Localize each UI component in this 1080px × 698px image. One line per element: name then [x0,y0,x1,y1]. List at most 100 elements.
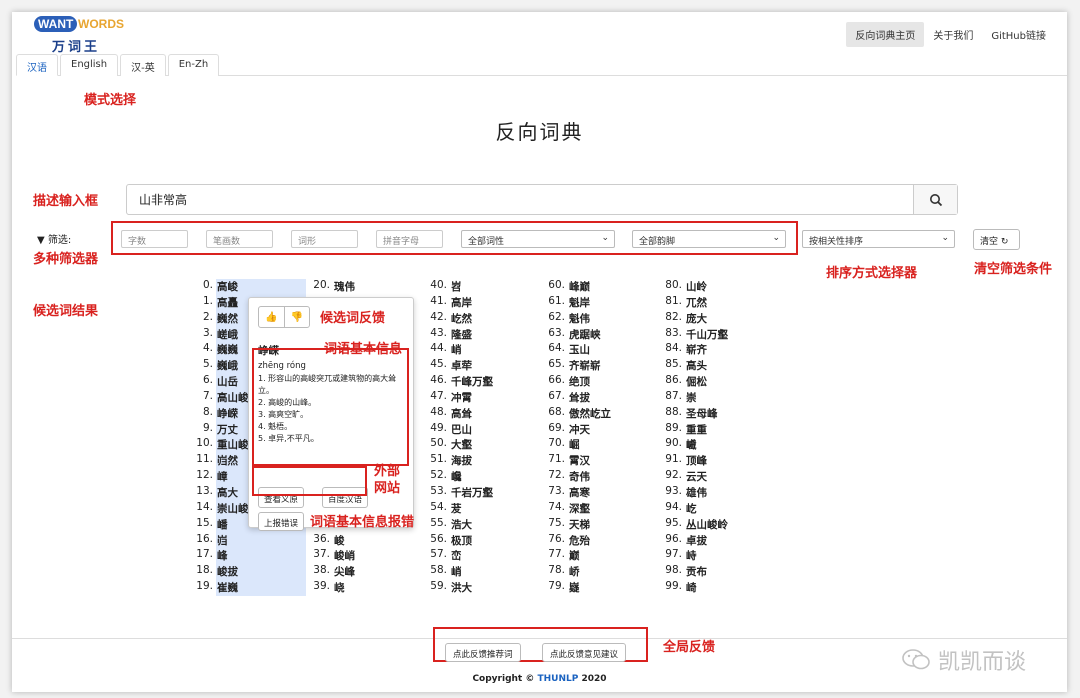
result-item[interactable]: 20. 瑰伟 [308,279,355,295]
result-item[interactable]: 71. 霄汉 [543,453,611,469]
search-input[interactable] [127,185,913,214]
result-item[interactable]: 49. 巴山 [425,422,493,438]
result-item[interactable]: 18. 峻拔 [191,564,249,580]
result-word[interactable]: 巍巍 [217,342,238,358]
result-word[interactable]: 重重 [686,422,707,438]
result-item[interactable]: 73. 高寒 [543,485,611,501]
result-word[interactable]: 绝顶 [569,374,590,390]
result-item[interactable]: 86. 倔松 [660,374,728,390]
pos-select[interactable]: 全部词性 ⌄ [461,230,615,248]
result-word[interactable]: 高矗 [217,295,238,311]
result-item[interactable]: 2. 巍然 [191,311,249,327]
result-word[interactable]: 天梯 [569,517,590,533]
result-word[interactable]: 雄伟 [686,485,707,501]
result-word[interactable]: 巍然 [217,311,238,327]
result-item[interactable]: 96. 卓拔 [660,533,728,549]
result-word[interactable]: 嶷 [569,580,580,596]
result-word[interactable]: 千峰万壑 [451,374,493,390]
result-word[interactable]: 魁岸 [569,295,590,311]
result-item[interactable]: 9. 万丈 [191,422,249,438]
nav-home[interactable]: 反向词典主页 [846,22,925,47]
result-item[interactable]: 83. 千山万壑 [660,327,728,343]
result-word[interactable]: 圣母峰 [686,406,718,422]
result-word[interactable]: 傲然屹立 [569,406,611,422]
result-word[interactable]: 峦 [451,548,462,564]
result-item[interactable]: 84. 崭齐 [660,342,728,358]
result-item[interactable]: 11. 岿然 [191,453,249,469]
result-item[interactable]: 7. 高山峻 [191,390,249,406]
result-item[interactable]: 65. 齐崭崭 [543,358,611,374]
result-item[interactable]: 56. 极顶 [425,533,493,549]
result-word[interactable]: 深壑 [569,501,590,517]
report-error-button[interactable]: 上报错误 [258,512,305,531]
rhyme-select[interactable]: 全部韵脚 ⌄ [632,230,786,248]
result-item[interactable]: 45. 卓荦 [425,358,493,374]
clear-button[interactable]: 清空 ↻ [973,229,1020,250]
result-word[interactable]: 高岸 [451,295,472,311]
result-word[interactable]: 巴山 [451,422,472,438]
result-word[interactable]: 兀然 [686,295,707,311]
result-word[interactable]: 瑰伟 [334,279,355,295]
recommend-feedback-button[interactable]: 点此反馈推荐词 [445,643,521,662]
result-item[interactable]: 6. 山岳 [191,374,249,390]
pinyin-input[interactable]: 拼音字母 [376,230,443,248]
result-item[interactable]: 98. 贡布 [660,564,728,580]
result-item[interactable]: 60. 峰巅 [543,279,611,295]
result-item[interactable]: 53. 千岩万壑 [425,485,493,501]
result-item[interactable]: 4. 巍巍 [191,342,249,358]
result-word[interactable]: 峥嵘 [217,406,238,422]
result-word[interactable]: 峻 [334,533,345,549]
result-word[interactable]: 崇 [686,390,697,406]
result-word[interactable]: 卓拔 [686,533,707,549]
sort-select[interactable]: 按相关性排序 ⌄ [802,230,955,248]
word-form-input[interactable]: 词形 [291,230,358,248]
result-word[interactable]: 山岳 [217,374,238,390]
thumbs-down-icon[interactable]: 👎 [284,307,309,327]
result-item[interactable]: 62. 魁伟 [543,311,611,327]
result-item[interactable]: 41. 高岸 [425,295,493,311]
result-item[interactable]: 3. 嵯峨 [191,327,249,343]
result-item[interactable]: 99. 崎 [660,580,728,596]
result-item[interactable]: 40. 岧 [425,279,493,295]
result-item[interactable]: 79. 嶷 [543,580,611,596]
result-item[interactable]: 43. 隆盛 [425,327,493,343]
result-word[interactable]: 冲霄 [451,390,472,406]
result-item[interactable]: 72. 奇伟 [543,469,611,485]
result-item[interactable]: 91. 顶峰 [660,453,728,469]
result-item[interactable]: 1. 高矗 [191,295,249,311]
result-word[interactable]: 嶓 [217,517,228,533]
result-item[interactable]: 48. 高耸 [425,406,493,422]
result-item[interactable]: 54. 茇 [425,501,493,517]
result-item[interactable]: 14. 崇山峻 [191,501,249,517]
result-item[interactable]: 17. 峰 [191,548,249,564]
result-word[interactable]: 千岩万壑 [451,485,493,501]
org-link[interactable]: THUNLP [538,674,579,684]
result-word[interactable]: 尖峰 [334,564,355,580]
result-item[interactable]: 76. 危殆 [543,533,611,549]
result-word[interactable]: 极顶 [451,533,472,549]
result-item[interactable]: 47. 冲霄 [425,390,493,406]
result-word[interactable]: 高耸 [451,406,472,422]
result-word[interactable]: 屹然 [451,311,472,327]
thumbs-up-icon[interactable]: 👍 [259,307,284,327]
result-word[interactable]: 冲天 [569,422,590,438]
nav-github[interactable]: GitHub链接 [982,22,1055,47]
result-word[interactable]: 高大 [217,485,238,501]
result-word[interactable]: 高头 [686,358,707,374]
result-word[interactable]: 倔松 [686,374,707,390]
result-word[interactable]: 崇山峻 [217,501,249,517]
result-item[interactable]: 69. 冲天 [543,422,611,438]
result-word[interactable]: 峰巅 [569,279,590,295]
result-word[interactable]: 奇伟 [569,469,590,485]
result-item[interactable]: 16. 岿 [191,533,249,549]
result-word[interactable]: 嶂 [217,469,228,485]
result-item[interactable]: 77. 巅 [543,548,611,564]
result-item[interactable]: 50. 大壑 [425,437,493,453]
result-word[interactable]: 峭 [451,342,462,358]
result-word[interactable]: 高山峻 [217,390,249,406]
result-word[interactable]: 海拔 [451,453,472,469]
result-item[interactable]: 15. 嶓 [191,517,249,533]
result-word[interactable]: 崭齐 [686,342,707,358]
result-item[interactable]: 67. 耸拔 [543,390,611,406]
result-word[interactable]: 魁伟 [569,311,590,327]
